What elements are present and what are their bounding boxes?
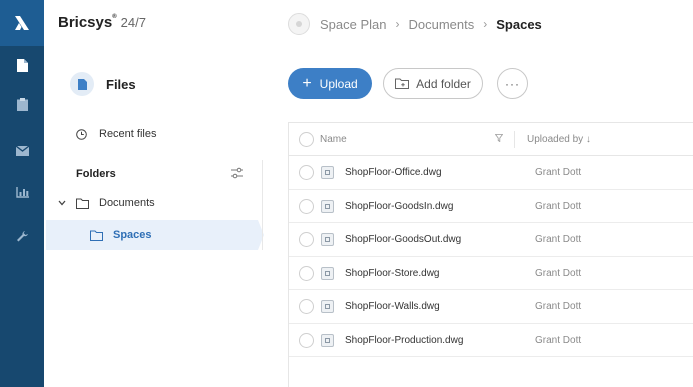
breadcrumb-separator: ›	[395, 17, 400, 31]
filter-icon[interactable]	[495, 134, 503, 142]
file-table: Name Uploaded by ↓ ShopFloor-Office.dwg …	[288, 122, 693, 387]
file-name[interactable]: ShopFloor-Office.dwg	[345, 167, 442, 178]
uploaded-by: Grant Dott	[535, 234, 582, 245]
folders-heading: Folders	[76, 168, 116, 180]
table-header: Name Uploaded by ↓	[289, 122, 693, 156]
dwg-file-icon	[321, 199, 334, 213]
panel-divider	[262, 160, 263, 250]
breadcrumb: Space Plan › Documents › Spaces	[288, 12, 542, 36]
table-row[interactable]: ShopFloor-GoodsOut.dwg Grant Dott	[289, 223, 693, 257]
tree-item-label: Spaces	[113, 229, 152, 241]
file-name[interactable]: ShopFloor-GoodsOut.dwg	[345, 234, 461, 245]
uploaded-by: Grant Dott	[535, 301, 582, 312]
row-select-radio[interactable]	[299, 299, 314, 314]
plus-icon: +	[302, 74, 312, 92]
chevron-down-icon	[58, 200, 66, 206]
more-options-button[interactable]: ···	[497, 68, 528, 99]
brand-name: Bricsys	[58, 14, 113, 31]
breadcrumb-space-plan[interactable]: Space Plan	[320, 17, 387, 32]
tree-item-documents[interactable]: Documents	[58, 197, 155, 209]
nav-rail	[0, 0, 44, 387]
tree-item-label: Documents	[99, 197, 155, 209]
clock-icon	[76, 128, 87, 140]
column-header-uploaded-by[interactable]: Uploaded by ↓	[527, 134, 591, 145]
select-all-radio[interactable]	[299, 132, 314, 147]
uploaded-by: Grant Dott	[535, 167, 582, 178]
folder-icon	[76, 198, 89, 209]
document-icon[interactable]	[15, 58, 29, 72]
registered-mark: ®	[112, 14, 117, 20]
upload-button[interactable]: + Upload	[288, 68, 372, 99]
breadcrumb-separator: ›	[483, 17, 488, 31]
breadcrumb-spaces: Spaces	[496, 16, 542, 32]
dwg-file-icon	[321, 166, 334, 179]
table-row[interactable]: ShopFloor-Walls.dwg Grant Dott	[289, 290, 693, 324]
chart-icon[interactable]	[15, 185, 29, 199]
folder-settings-icon[interactable]	[230, 166, 244, 184]
recent-files-label: Recent files	[99, 128, 157, 140]
table-row[interactable]: ShopFloor-GoodsIn.dwg Grant Dott	[289, 190, 693, 223]
files-header: Files	[70, 72, 136, 96]
brand-suffix: 24/7	[120, 15, 146, 30]
table-row[interactable]: ShopFloor-Store.dwg Grant Dott	[289, 257, 693, 290]
brand-title: Bricsys® 24/7	[58, 14, 146, 31]
clipboard-icon[interactable]	[15, 97, 29, 111]
files-icon	[70, 72, 94, 96]
upload-label: Upload	[319, 76, 358, 91]
dwg-file-icon	[321, 333, 334, 347]
table-row[interactable]: ShopFloor-Office.dwg Grant Dott	[289, 156, 693, 190]
uploaded-by: Grant Dott	[535, 267, 582, 279]
uploaded-by: Grant Dott	[535, 200, 582, 212]
recent-files-link[interactable]: Recent files	[76, 128, 156, 140]
file-name[interactable]: ShopFloor-Production.dwg	[345, 335, 463, 346]
breadcrumb-documents[interactable]: Documents	[409, 17, 475, 32]
row-select-radio[interactable]	[299, 232, 314, 247]
row-select-radio[interactable]	[299, 332, 314, 348]
add-folder-button[interactable]: Add folder	[383, 68, 483, 99]
add-folder-label: Add folder	[416, 76, 471, 91]
file-name[interactable]: ShopFloor-GoodsIn.dwg	[345, 201, 453, 212]
add-folder-icon	[395, 78, 410, 89]
file-name[interactable]: ShopFloor-Walls.dwg	[345, 301, 440, 312]
app-window: Bricsys® 24/7 Space Plan › Documents › Sp…	[0, 0, 693, 387]
table-row[interactable]: ShopFloor-Production.dwg Grant Dott	[289, 324, 693, 357]
file-name[interactable]: ShopFloor-Store.dwg	[345, 268, 440, 279]
breadcrumb-home-icon[interactable]	[288, 13, 310, 35]
dwg-file-icon	[321, 300, 334, 313]
row-select-radio[interactable]	[299, 198, 314, 214]
row-select-radio[interactable]	[299, 165, 314, 180]
column-divider	[514, 131, 515, 148]
mail-icon[interactable]	[15, 144, 29, 158]
wrench-icon[interactable]	[15, 230, 29, 244]
dwg-file-icon	[321, 233, 334, 246]
dwg-file-icon	[321, 266, 334, 280]
uploaded-by: Grant Dott	[535, 334, 582, 346]
tree-item-spaces[interactable]: Spaces	[46, 220, 264, 250]
column-header-name[interactable]: Name	[320, 134, 347, 145]
row-select-radio[interactable]	[299, 265, 314, 281]
folder-icon	[90, 230, 103, 241]
files-title: Files	[106, 76, 136, 92]
bricsys-logo-icon[interactable]	[0, 0, 44, 46]
